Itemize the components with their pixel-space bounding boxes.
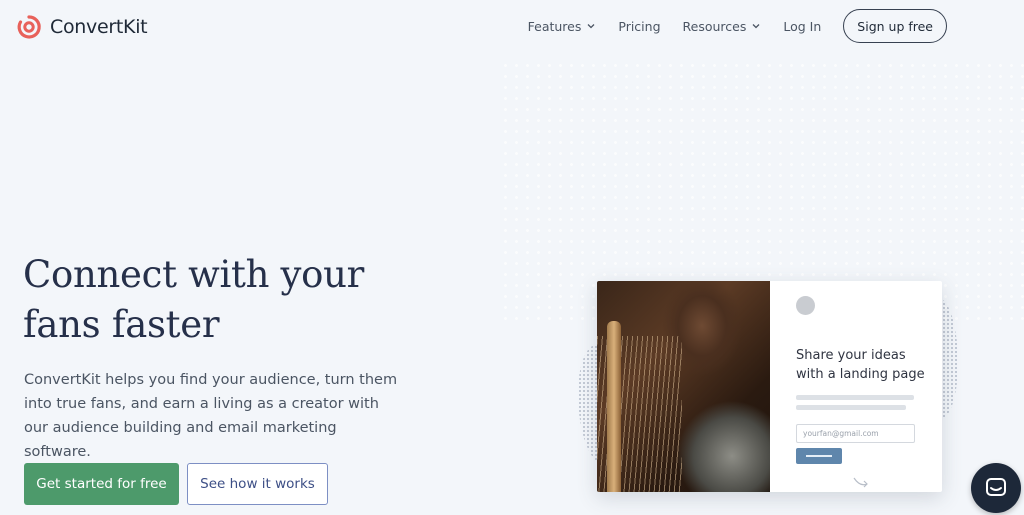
nav-item-resources[interactable]: Resources [683, 9, 762, 43]
landing-page-preview-card: Share your ideas with a landing page you… [597, 281, 942, 492]
hero-description: ConvertKit helps you find your audience,… [24, 372, 398, 460]
site-header: ConvertKit Features Pricing Resources Lo… [0, 0, 1024, 56]
hero-title: Connect with your fans faster [23, 250, 443, 350]
placeholder-text-line [796, 395, 914, 400]
harp-frame [607, 321, 621, 492]
preview-card-title: Share your ideas with a landing page [796, 346, 936, 384]
nav-item-features[interactable]: Features [528, 9, 597, 43]
swirl-decoration-icon [853, 477, 868, 488]
chevron-down-icon [752, 24, 760, 29]
logo-text: ConvertKit [50, 16, 148, 38]
nav-item-login[interactable]: Log In [783, 9, 821, 43]
harpist-video-image [597, 281, 770, 492]
preview-submit-button [796, 448, 842, 464]
get-started-button[interactable]: Get started for free [24, 463, 179, 505]
signup-button[interactable]: Sign up free [843, 9, 947, 43]
preview-title-line1: Share your ideas [796, 348, 906, 363]
hero-title-line2: fans faster [23, 303, 220, 346]
chat-button[interactable] [971, 463, 1021, 513]
avatar [796, 296, 815, 315]
convertkit-logo-icon [17, 15, 41, 39]
chevron-down-icon [587, 24, 595, 29]
nav-item-label: Resources [682, 18, 747, 34]
hero-title-line1: Connect with your [23, 253, 365, 296]
preview-email-field: yourfan@gmail.com [796, 424, 915, 443]
nav-item-label: Log In [783, 18, 822, 34]
preview-title-line2: with a landing page [796, 367, 925, 382]
nav-item-label: Pricing [618, 18, 661, 34]
nav-item-pricing[interactable]: Pricing [618, 9, 660, 43]
nav-item-label: Features [527, 18, 582, 34]
chat-icon [986, 478, 1006, 496]
main-nav: Features Pricing Resources Log In Sign u… [528, 9, 947, 43]
see-how-it-works-button[interactable]: See how it works [187, 463, 328, 505]
convertkit-logo[interactable]: ConvertKit [16, 14, 148, 40]
placeholder-text-line [796, 405, 906, 410]
